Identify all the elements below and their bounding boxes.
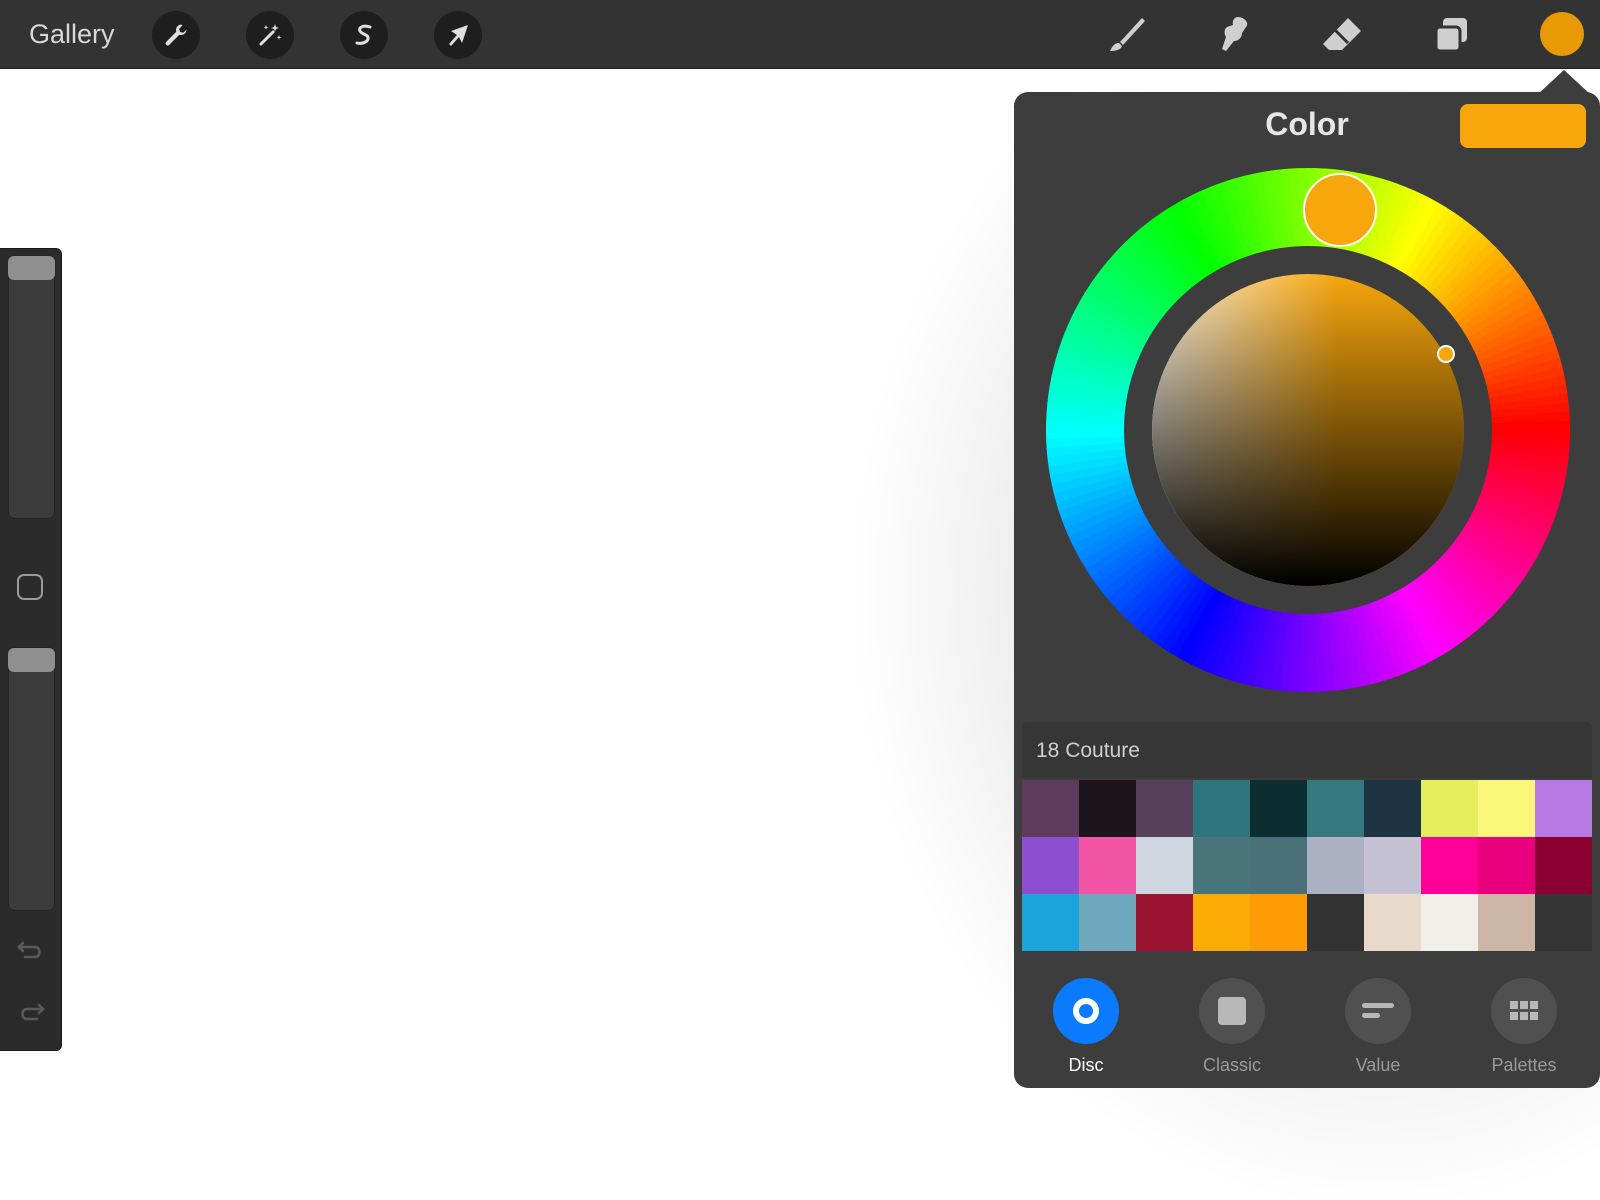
left-sidebar <box>0 248 62 1051</box>
gallery-button[interactable]: Gallery <box>29 16 115 52</box>
brush-size-slider-thumb[interactable] <box>8 256 55 280</box>
actions-button[interactable] <box>152 11 200 59</box>
arrow-cursor-icon <box>449 25 468 46</box>
disc-icon <box>1073 998 1099 1024</box>
brightness-overlay <box>1152 274 1464 586</box>
opacity-slider[interactable] <box>8 647 55 911</box>
selection-s-icon <box>355 24 372 45</box>
eraser-button[interactable] <box>1318 12 1366 58</box>
palette-swatch-grid <box>1022 780 1592 951</box>
palette-swatch[interactable] <box>1136 894 1193 951</box>
palette-swatch[interactable] <box>1079 894 1136 951</box>
palette-swatch[interactable] <box>1535 780 1592 837</box>
palette-swatch[interactable] <box>1421 894 1478 951</box>
brush-icon <box>1110 18 1145 51</box>
palette-swatch[interactable] <box>1535 837 1592 894</box>
palette-swatch[interactable] <box>1307 837 1364 894</box>
selection-button[interactable] <box>340 11 388 59</box>
palette-swatch[interactable] <box>1364 894 1421 951</box>
palette-swatch[interactable] <box>1022 894 1079 951</box>
adjustments-button[interactable] <box>246 11 294 59</box>
palette-swatch[interactable] <box>1136 837 1193 894</box>
magic-wand-icon <box>259 24 282 46</box>
palette-swatch[interactable] <box>1193 780 1250 837</box>
modify-button[interactable] <box>17 574 43 600</box>
tab-label: Palettes <box>1491 1055 1557 1075</box>
color-mode-tabs: Disc Classic Value Palettes <box>1014 978 1600 1078</box>
palette-name: 18 Couture <box>1036 739 1140 762</box>
palette-swatch[interactable] <box>1250 837 1307 894</box>
square-icon <box>1218 997 1246 1025</box>
palette-swatch[interactable] <box>1250 894 1307 951</box>
tab-label: Disc <box>1068 1055 1104 1075</box>
palette-swatch[interactable] <box>1193 837 1250 894</box>
layers-icon <box>1434 18 1467 53</box>
sliders-icon <box>1362 1003 1394 1018</box>
redo-icon <box>21 1003 45 1021</box>
hue-knob[interactable] <box>1303 173 1377 247</box>
brush-size-slider[interactable] <box>8 255 55 519</box>
transform-button[interactable] <box>434 11 482 59</box>
tab-classic[interactable]: Classic <box>1172 978 1292 1076</box>
undo-button[interactable] <box>15 935 47 963</box>
eraser-icon <box>1323 18 1361 50</box>
palette-swatch[interactable] <box>1193 894 1250 951</box>
grid-icon <box>1510 1001 1538 1020</box>
current-color-swatch[interactable] <box>1460 104 1586 148</box>
palette-swatch[interactable] <box>1478 894 1535 951</box>
palette-swatch[interactable] <box>1307 894 1364 951</box>
palette-swatch[interactable] <box>1022 837 1079 894</box>
palette-swatch[interactable] <box>1250 780 1307 837</box>
top-toolbar: Gallery <box>0 0 1600 69</box>
tab-disc[interactable]: Disc <box>1026 978 1146 1076</box>
palette-swatch[interactable] <box>1421 780 1478 837</box>
palette-swatch[interactable] <box>1136 780 1193 837</box>
color-picker-button[interactable] <box>1540 12 1584 56</box>
palette-swatch[interactable] <box>1079 780 1136 837</box>
palette-swatch[interactable] <box>1022 780 1079 837</box>
smudge-button[interactable] <box>1210 12 1258 58</box>
tab-label: Classic <box>1202 1055 1261 1075</box>
color-panel: Color 18 Couture Disc Classic Value Pale… <box>1014 92 1600 1088</box>
brush-button[interactable] <box>1102 12 1150 58</box>
tab-palettes[interactable]: Palettes <box>1464 978 1584 1076</box>
palette-swatch[interactable] <box>1421 837 1478 894</box>
wrench-icon <box>165 24 187 46</box>
undo-icon <box>17 941 41 959</box>
color-disc[interactable] <box>1046 168 1570 692</box>
saturation-knob[interactable] <box>1437 345 1455 363</box>
palette-swatch[interactable] <box>1079 837 1136 894</box>
palette-header: 18 Couture <box>1022 722 1592 778</box>
palette-swatch[interactable] <box>1478 837 1535 894</box>
color-disc-svg <box>1046 168 1570 692</box>
palette-swatch[interactable] <box>1364 837 1421 894</box>
palette-swatch[interactable] <box>1478 780 1535 837</box>
redo-button[interactable] <box>15 997 47 1025</box>
tab-label: Value <box>1355 1055 1401 1075</box>
palette-swatch[interactable] <box>1364 780 1421 837</box>
panel-pointer <box>1538 70 1590 94</box>
opacity-slider-thumb[interactable] <box>8 648 55 672</box>
layers-button[interactable] <box>1428 12 1476 58</box>
palette-swatch[interactable] <box>1307 780 1364 837</box>
palette-swatch[interactable] <box>1535 894 1592 951</box>
smudge-icon <box>1222 17 1248 51</box>
tab-value[interactable]: Value <box>1318 978 1438 1076</box>
